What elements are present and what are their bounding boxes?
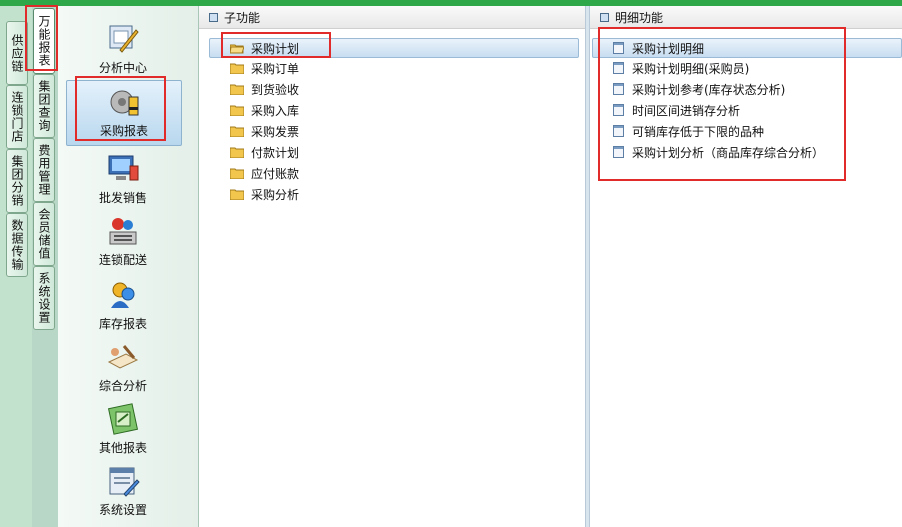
tab-member-stored-value[interactable]: 会员储值 xyxy=(33,202,55,266)
module-wholesale[interactable]: 批发销售 xyxy=(66,152,180,205)
detail-item-label: 可销库存低于下限的品种 xyxy=(632,124,765,139)
panel-bullet-icon xyxy=(600,12,609,22)
module-list: 分析中心 采购报表 批发销售 连锁配送 库存报表 综合分析 其他报表 系统设置 xyxy=(58,6,199,527)
document-icon xyxy=(613,146,624,158)
module-label: 系统设置 xyxy=(98,503,147,517)
sub-function-panel: 子功能 采购计划 采购订单 到货验收 采购入库 采购发票 付款计划 应付账款 采… xyxy=(199,6,585,527)
module-analysis-center[interactable]: 分析中心 xyxy=(66,22,180,75)
module-label: 综合分析 xyxy=(98,379,147,393)
tab-chain-stores[interactable]: 连锁门店 xyxy=(6,85,28,149)
chain-delivery-icon xyxy=(106,214,140,248)
sub-item-purchase-order[interactable]: 采购订单 xyxy=(229,59,300,77)
module-inventory-report[interactable]: 库存报表 xyxy=(66,278,180,331)
tab-supply-chain[interactable]: 供应链 xyxy=(6,21,28,85)
module-other-reports[interactable]: 其他报表 xyxy=(66,402,180,455)
detail-item-label: 采购计划分析（商品库存综合分析） xyxy=(632,145,825,160)
tab-label: 连锁门店 xyxy=(10,91,24,143)
purchase-report-icon xyxy=(107,85,141,119)
folder-icon xyxy=(229,84,245,95)
sub-item-purchase-plan[interactable]: 采购计划 xyxy=(209,38,579,58)
tab-label: 供应链 xyxy=(10,33,24,73)
sub-item-purchase-stock-in[interactable]: 采购入库 xyxy=(229,101,300,119)
detail-item-low-stock-varieties[interactable]: 可销库存低于下限的品种 xyxy=(613,122,764,140)
folder-icon xyxy=(229,168,245,179)
tab-label: 集团分销 xyxy=(10,155,24,207)
sub-item-purchase-analysis[interactable]: 采购分析 xyxy=(229,185,300,203)
sub-item-payment-plan[interactable]: 付款计划 xyxy=(229,143,300,161)
module-label: 批发销售 xyxy=(98,191,147,205)
sub-item-label: 采购计划 xyxy=(251,41,300,56)
module-purchase-report[interactable]: 采购报表 xyxy=(66,80,182,146)
document-icon xyxy=(613,125,624,137)
inner-tab-bar: 万能报表 集团查询 费用管理 会员储值 系统设置 xyxy=(32,6,58,527)
folder-open-icon xyxy=(229,43,245,54)
other-reports-icon xyxy=(106,402,140,436)
sub-item-label: 到货验收 xyxy=(251,82,300,97)
detail-item-purchase-plan-detail[interactable]: 采购计划明细 xyxy=(592,38,902,58)
tab-data-transfer[interactable]: 数据传输 xyxy=(6,213,28,277)
tab-group-query[interactable]: 集团查询 xyxy=(33,74,55,138)
sub-item-label: 应付账款 xyxy=(251,166,300,181)
inventory-report-icon xyxy=(106,278,140,312)
folder-icon xyxy=(229,63,245,74)
detail-item-period-inventory-analysis[interactable]: 时间区间进销存分析 xyxy=(613,101,740,119)
tab-label: 费用管理 xyxy=(37,144,51,196)
analysis-center-icon xyxy=(106,22,140,56)
document-icon xyxy=(613,83,624,95)
detail-item-label: 采购计划明细(采购员) xyxy=(632,61,750,76)
sub-item-label: 付款计划 xyxy=(251,145,300,160)
tab-expense-management[interactable]: 费用管理 xyxy=(33,138,55,202)
module-comprehensive-analysis[interactable]: 综合分析 xyxy=(66,340,180,393)
folder-icon xyxy=(229,147,245,158)
sub-item-label: 采购订单 xyxy=(251,61,300,76)
module-label: 分析中心 xyxy=(98,61,147,75)
detail-item-label: 时间区间进销存分析 xyxy=(632,103,741,118)
detail-function-header: 明细功能 xyxy=(590,6,902,29)
tab-label: 会员储值 xyxy=(37,208,51,260)
detail-item-purchase-plan-reference[interactable]: 采购计划参考(库存状态分析) xyxy=(613,80,785,98)
sub-item-label: 采购入库 xyxy=(251,103,300,118)
wholesale-icon xyxy=(106,152,140,186)
module-label: 采购报表 xyxy=(99,124,148,138)
detail-item-purchase-plan-detail-buyer[interactable]: 采购计划明细(采购员) xyxy=(613,59,749,77)
module-label: 库存报表 xyxy=(98,317,147,331)
detail-item-label: 采购计划明细 xyxy=(632,41,705,56)
module-chain-delivery[interactable]: 连锁配送 xyxy=(66,214,180,267)
tab-system-settings[interactable]: 系统设置 xyxy=(33,266,55,330)
document-icon xyxy=(613,42,624,54)
sub-function-header: 子功能 xyxy=(199,6,585,29)
module-system-settings[interactable]: 系统设置 xyxy=(66,464,180,517)
sub-item-purchase-invoice[interactable]: 采购发票 xyxy=(229,122,300,140)
folder-icon xyxy=(229,126,245,137)
module-label: 其他报表 xyxy=(98,441,147,455)
detail-item-label: 采购计划参考(库存状态分析) xyxy=(632,82,786,97)
detail-item-purchase-plan-analysis[interactable]: 采购计划分析（商品库存综合分析） xyxy=(613,143,824,161)
sub-item-label: 采购分析 xyxy=(251,187,300,202)
tab-label: 集团查询 xyxy=(37,80,51,132)
detail-function-panel: 明细功能 采购计划明细 采购计划明细(采购员) 采购计划参考(库存状态分析) 时… xyxy=(590,6,902,527)
panel-title: 子功能 xyxy=(224,10,261,25)
folder-icon xyxy=(229,189,245,200)
sub-item-label: 采购发票 xyxy=(251,124,300,139)
sub-item-accounts-payable[interactable]: 应付账款 xyxy=(229,164,300,182)
sub-item-arrival-inspection[interactable]: 到货验收 xyxy=(229,80,300,98)
module-label: 连锁配送 xyxy=(98,253,147,267)
comprehensive-analysis-icon xyxy=(106,340,140,374)
tab-universal-reports[interactable]: 万能报表 xyxy=(33,8,55,74)
tab-label: 系统设置 xyxy=(37,272,51,324)
tab-label: 万能报表 xyxy=(37,15,51,67)
document-icon xyxy=(613,62,624,74)
panel-title: 明细功能 xyxy=(615,10,664,25)
tab-label: 数据传输 xyxy=(10,219,24,271)
folder-icon xyxy=(229,105,245,116)
system-settings-icon xyxy=(106,464,140,498)
document-icon xyxy=(613,104,624,116)
panel-bullet-icon xyxy=(209,12,218,22)
outer-tab-bar: 供应链 连锁门店 集团分销 数据传输 xyxy=(0,6,32,527)
tab-group-distribution[interactable]: 集团分销 xyxy=(6,149,28,213)
